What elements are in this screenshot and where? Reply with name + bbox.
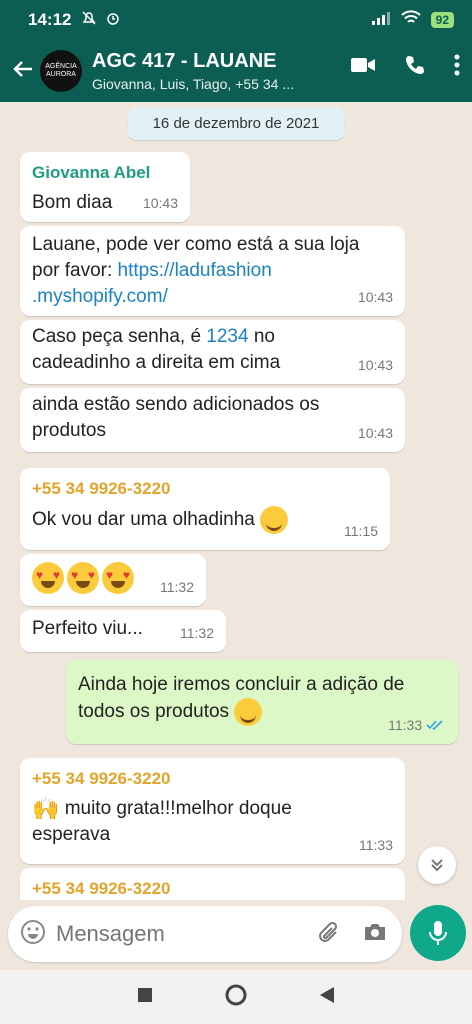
outgoing-message-bubble[interactable]: Ainda hoje iremos concluir a adição de t… — [66, 660, 458, 744]
message-bubble[interactable]: ainda estão sendo adicionados os produto… — [20, 388, 405, 452]
attach-icon[interactable] — [316, 920, 342, 951]
heart-eyes-emoji-icon: ♥ ♥ — [67, 562, 99, 594]
back-nav-icon[interactable] — [319, 986, 335, 1009]
message-text: muito grata!!!melhor doque esperava — [32, 798, 292, 846]
back-arrow-icon[interactable] — [6, 56, 40, 87]
double-check-read-icon — [426, 717, 444, 733]
message-composer — [8, 906, 402, 962]
date-separator: 16 de dezembro de 2021 — [128, 108, 344, 140]
message-text: Caso peça senha, é — [32, 326, 207, 347]
grinning-face-emoji-icon — [260, 506, 289, 534]
more-options-icon[interactable] — [454, 54, 460, 81]
message-bubble[interactable]: +55 34 9926-3220 Ok vou dar uma olhadinh… — [20, 468, 390, 550]
group-info[interactable]: AGC 417 - LAUANE Giovanna, Luis, Tiago, … — [92, 50, 314, 92]
group-title: AGC 417 - LAUANE — [92, 50, 277, 72]
message-text: ainda estão sendo adicionados os produto… — [32, 394, 320, 441]
message-bubble[interactable]: ♥ ♥ ♥ ♥ ♥ ♥ 11:32 — [20, 554, 206, 606]
message-input[interactable] — [56, 921, 296, 947]
message-text: Ok vou dar uma olhadinha — [32, 509, 255, 531]
message-time: 10:43 — [357, 289, 393, 305]
message-time: 11:15 — [344, 523, 378, 539]
message-highlight[interactable]: 1234 — [206, 326, 248, 347]
message-bubble[interactable]: Caso peça senha, é 1234 no cadeadinho a … — [20, 320, 405, 384]
system-navigation-bar — [0, 970, 472, 1024]
message-sender: +55 34 9926-3220 — [32, 769, 171, 788]
message-bubble[interactable]: +55 34 9926-3220 🙌 muito grata!!!melhor … — [20, 758, 405, 864]
chat-header: AGÊNCIA AURORA AGC 417 - LAUANE Giovanna… — [0, 40, 472, 102]
message-time: 10:43 — [357, 357, 393, 373]
camera-icon[interactable] — [362, 920, 388, 949]
message-time: 11:32 — [180, 625, 214, 641]
heart-eyes-emoji-icon: ♥ ♥ — [102, 562, 134, 594]
message-sender: +55 34 9926-3220 — [32, 879, 171, 898]
status-bar: 14:12 92 — [0, 0, 472, 40]
raising-hands-emoji-icon: 🙌 — [32, 796, 60, 821]
voice-call-icon[interactable] — [404, 54, 426, 81]
wifi-icon — [400, 9, 421, 31]
smiling-face-emoji-icon — [234, 698, 263, 726]
message-sender: +55 34 9926-3220 — [32, 479, 171, 498]
recent-apps-icon[interactable] — [137, 987, 153, 1008]
message-bubble[interactable]: Perfeito viu... 11:32 — [20, 610, 226, 652]
message-sender: Giovanna Abel — [32, 163, 151, 182]
status-time: 14:12 — [28, 10, 72, 29]
message-time: 10:43 — [357, 425, 393, 441]
message-time: 10:43 — [142, 195, 178, 211]
microphone-icon — [429, 921, 447, 945]
message-time: 11:33 — [388, 717, 423, 733]
avatar-logo-text: AGÊNCIA AURORA — [45, 63, 77, 78]
alarm-icon — [105, 10, 121, 31]
emoji-picker-icon[interactable] — [20, 919, 46, 950]
video-call-icon[interactable] — [350, 56, 376, 79]
voice-message-button[interactable] — [410, 905, 466, 961]
home-icon[interactable] — [225, 984, 247, 1011]
message-time: 11:33 — [359, 837, 393, 853]
message-text: Perfeito viu... — [32, 618, 143, 639]
group-avatar[interactable]: AGÊNCIA AURORA — [40, 50, 82, 92]
silent-icon — [81, 10, 97, 31]
message-bubble[interactable]: +55 34 9926-3220 — [20, 868, 405, 900]
scroll-to-bottom-button[interactable] — [418, 846, 456, 884]
chat-area[interactable]: 16 de dezembro de 2021 Giovanna Abel Bom… — [0, 102, 472, 900]
double-chevron-down-icon — [431, 859, 443, 872]
message-bubble[interactable]: Giovanna Abel Bom diaa 10:43 — [20, 152, 190, 222]
battery-indicator: 92 — [430, 12, 454, 28]
message-bubble[interactable]: Lauane, pode ver como está a sua loja po… — [20, 226, 405, 316]
heart-eyes-emoji-icon: ♥ ♥ — [32, 562, 64, 594]
group-members: Giovanna, Luis, Tiago, +55 34 ... — [92, 76, 294, 92]
signal-icon — [371, 10, 391, 30]
message-time: 11:32 — [160, 579, 194, 595]
